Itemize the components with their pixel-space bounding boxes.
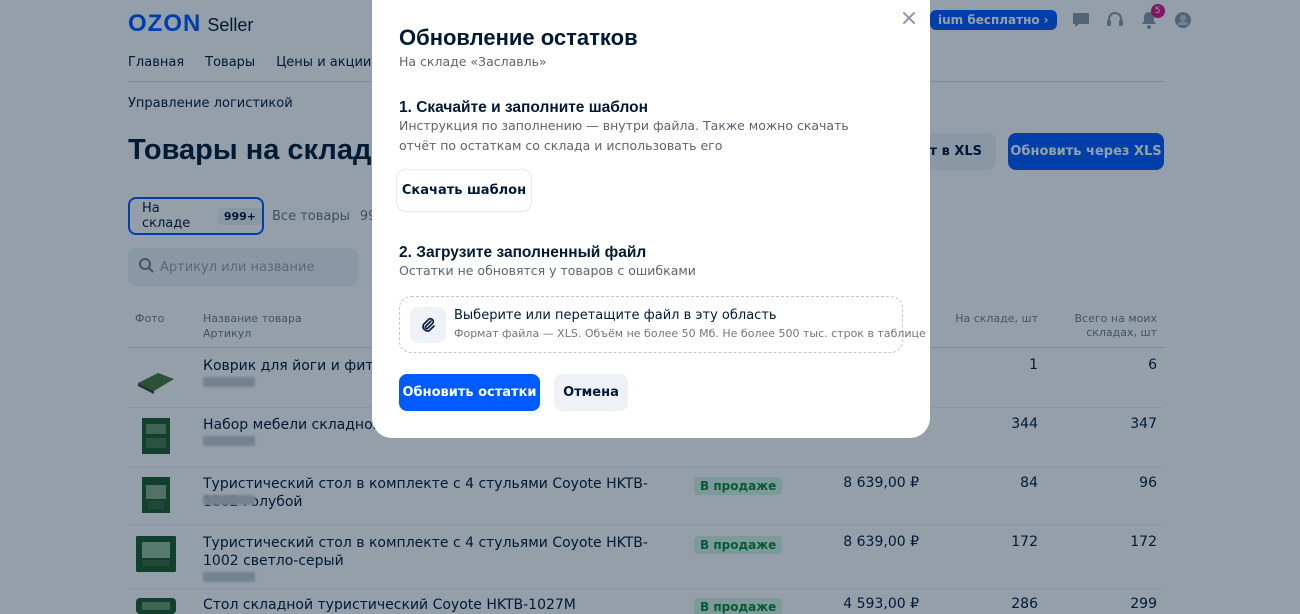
step1-title: 1. Скачайте и заполните шаблон xyxy=(399,99,648,116)
step2-title: 2. Загрузите заполненный файл xyxy=(399,244,647,261)
update-stock-button[interactable]: Обновить остатки xyxy=(399,374,540,411)
close-icon[interactable] xyxy=(901,10,917,26)
modal-title: Обновление остатков xyxy=(399,25,638,50)
download-template-button[interactable]: Скачать шаблон xyxy=(396,169,532,212)
cancel-button[interactable]: Отмена xyxy=(554,374,628,411)
download-template-label: Скачать шаблон xyxy=(401,183,527,198)
dropzone-hint: Формат файла — XLS. Объём не более 50 Мб… xyxy=(454,327,926,340)
cancel-label: Отмена xyxy=(563,385,619,400)
step1-description: Инструкция по заполнению — внутри файла.… xyxy=(399,118,849,153)
step2-description: Остатки не обновятся у товаров с ошибкам… xyxy=(399,263,696,278)
update-stock-label: Обновить остатки xyxy=(402,385,537,400)
paperclip-icon xyxy=(410,307,446,343)
update-stock-modal: Обновление остатков На складе «Заславль»… xyxy=(372,0,930,438)
file-dropzone[interactable]: Выберите или перетащите файл в эту облас… xyxy=(399,296,926,353)
modal-subtitle: На складе «Заславль» xyxy=(399,54,547,69)
dropzone-title: Выберите или перетащите файл в эту облас… xyxy=(454,308,777,323)
